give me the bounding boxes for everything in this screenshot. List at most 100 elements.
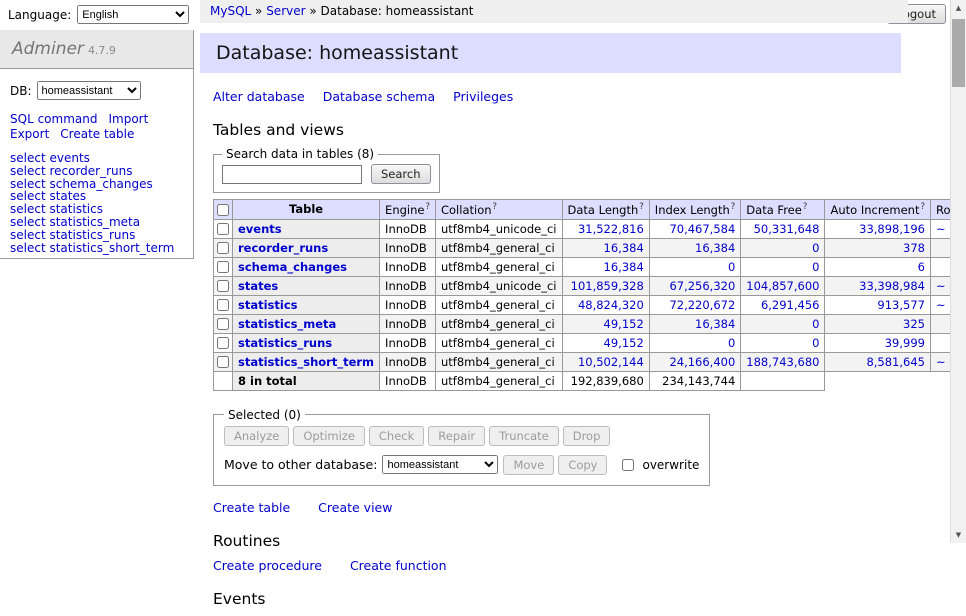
optimize-button[interactable]: Optimize [293, 426, 365, 446]
scroll-down-icon[interactable]: ▼ [951, 527, 966, 543]
move-button[interactable]: Move [503, 455, 554, 475]
data-free-link[interactable]: 50,331,648 [754, 222, 820, 236]
row-checkbox-events[interactable] [217, 223, 229, 235]
row-checkbox-statistics_short_term[interactable] [217, 356, 229, 368]
data-length-link[interactable]: 49,152 [604, 317, 644, 331]
breadcrumb-link-mysql[interactable]: MySQL [210, 4, 251, 18]
breadcrumb-link-server[interactable]: Server [266, 4, 305, 18]
scroll-thumb[interactable] [952, 19, 965, 87]
repair-button[interactable]: Repair [428, 426, 485, 446]
table-link-recorder_runs[interactable]: recorder_runs [238, 241, 328, 255]
sidebar-select-recorder-runs[interactable]: select recorder_runs [10, 165, 183, 178]
data-length-link[interactable]: 10,502,144 [578, 355, 644, 369]
auto-increment-link[interactable]: 33,898,196 [859, 222, 925, 236]
data-length-link[interactable]: 48,824,320 [578, 298, 644, 312]
sidebar-link-export[interactable]: Export [10, 127, 49, 141]
sidebar-link-create-table[interactable]: Create table [60, 127, 134, 141]
sidebar-select-events[interactable]: select events [10, 152, 183, 165]
data-free-link[interactable]: 188,743,680 [746, 355, 819, 369]
move-db-select[interactable]: homeassistant [382, 455, 498, 474]
privileges-link[interactable]: Privileges [453, 89, 513, 104]
index-length-link[interactable]: 24,166,400 [669, 355, 735, 369]
search-button[interactable]: Search [371, 164, 431, 184]
create-procedure-link[interactable]: Create procedure [213, 558, 322, 573]
data-length-link[interactable]: 101,859,328 [571, 279, 644, 293]
row-checkbox-statistics[interactable] [217, 299, 229, 311]
database-schema-link[interactable]: Database schema [323, 89, 435, 104]
data-free-link[interactable]: 0 [812, 260, 819, 274]
sidebar-select-statistics-runs[interactable]: select statistics_runs [10, 229, 183, 242]
sidebar-select-statistics-short-term[interactable]: select statistics_short_term [10, 242, 183, 255]
create-view-link[interactable]: Create view [318, 500, 392, 515]
auto-increment-link[interactable]: 378 [903, 241, 925, 255]
index-length-link[interactable]: 0 [728, 260, 735, 274]
index-length-link[interactable]: 72,220,672 [669, 298, 735, 312]
data-length-link[interactable]: 49,152 [604, 336, 644, 350]
db-select[interactable]: homeassistant [37, 81, 141, 100]
create-function-link[interactable]: Create function [350, 558, 447, 573]
data-free-link[interactable]: 104,857,600 [746, 279, 819, 293]
index-length-link[interactable]: 67,256,320 [669, 279, 735, 293]
sidebar-link-import[interactable]: Import [108, 112, 148, 126]
help-icon[interactable]: ? [639, 202, 644, 212]
table-link-statistics_runs[interactable]: statistics_runs [238, 336, 332, 350]
table-link-schema_changes[interactable]: schema_changes [238, 260, 347, 274]
index-length-link[interactable]: 70,467,584 [669, 222, 735, 236]
auto-increment-link[interactable]: 8,581,645 [866, 355, 925, 369]
totals-label: 8 in total [233, 371, 380, 390]
auto-increment-link[interactable]: 325 [903, 317, 925, 331]
auto-increment-link[interactable]: 6 [918, 260, 925, 274]
table-link-states[interactable]: states [238, 279, 278, 293]
help-icon[interactable]: ? [425, 202, 430, 212]
help-icon[interactable]: ? [493, 202, 498, 212]
row-checkbox-statistics_meta[interactable] [217, 318, 229, 330]
data-free-link[interactable]: 0 [812, 241, 819, 255]
row-checkbox-schema_changes[interactable] [217, 261, 229, 273]
row-checkbox-recorder_runs[interactable] [217, 242, 229, 254]
table-link-statistics_meta[interactable]: statistics_meta [238, 317, 336, 331]
table-link-statistics[interactable]: statistics [238, 298, 298, 312]
help-icon[interactable]: ? [920, 202, 925, 212]
table-link-statistics_short_term[interactable]: statistics_short_term [238, 355, 374, 369]
collation-cell: utf8mb4_unicode_ci [435, 276, 562, 295]
sidebar-link-sql-command[interactable]: SQL command [10, 112, 97, 126]
row-checkbox-statistics_runs[interactable] [217, 337, 229, 349]
select-all-checkbox[interactable] [217, 204, 229, 216]
check-button[interactable]: Check [369, 426, 424, 446]
truncate-button[interactable]: Truncate [489, 426, 559, 446]
data-length-link[interactable]: 16,384 [604, 260, 644, 274]
data-length-link[interactable]: 16,384 [604, 241, 644, 255]
data-free-link[interactable]: 0 [812, 336, 819, 350]
index-length-link[interactable]: 16,384 [695, 317, 735, 331]
row-checkbox-states[interactable] [217, 280, 229, 292]
column-header-label: Data Free [746, 203, 802, 217]
auto-increment-link[interactable]: 39,999 [885, 336, 925, 350]
data-free-link[interactable]: 0 [812, 317, 819, 331]
scrollbar[interactable]: ▲ ▼ [950, 0, 966, 543]
data-free-link[interactable]: 6,291,456 [761, 298, 820, 312]
create-table-link[interactable]: Create table [213, 500, 290, 515]
table-link-events[interactable]: events [238, 222, 282, 236]
index-length-link[interactable]: 0 [728, 336, 735, 350]
auto-increment-link[interactable]: 33,398,984 [859, 279, 925, 293]
tables-list: TableEngine?Collation?Data Length?Index … [213, 199, 966, 391]
alter-database-link[interactable]: Alter database [213, 89, 305, 104]
index-length-link[interactable]: 16,384 [695, 241, 735, 255]
totals-data-length: 192,839,680 [562, 371, 649, 390]
help-icon[interactable]: ? [731, 202, 736, 212]
language-bar: Language: English [8, 5, 189, 24]
search-input[interactable] [222, 165, 362, 184]
overwrite-checkbox[interactable] [622, 459, 634, 471]
drop-button[interactable]: Drop [563, 426, 611, 446]
help-icon[interactable]: ? [803, 202, 808, 212]
index-length-cell: 0 [649, 333, 741, 352]
analyze-button[interactable]: Analyze [224, 426, 289, 446]
sidebar-select-statistics-meta[interactable]: select statistics_meta [10, 216, 183, 229]
copy-button[interactable]: Copy [558, 455, 607, 475]
index-length-cell: 70,467,584 [649, 219, 741, 238]
scroll-up-icon[interactable]: ▲ [951, 0, 966, 16]
auto-increment-link[interactable]: 913,577 [877, 298, 925, 312]
table-name-cell: statistics_meta [233, 314, 380, 333]
language-select[interactable]: English [77, 5, 189, 24]
data-length-link[interactable]: 31,522,816 [578, 222, 644, 236]
